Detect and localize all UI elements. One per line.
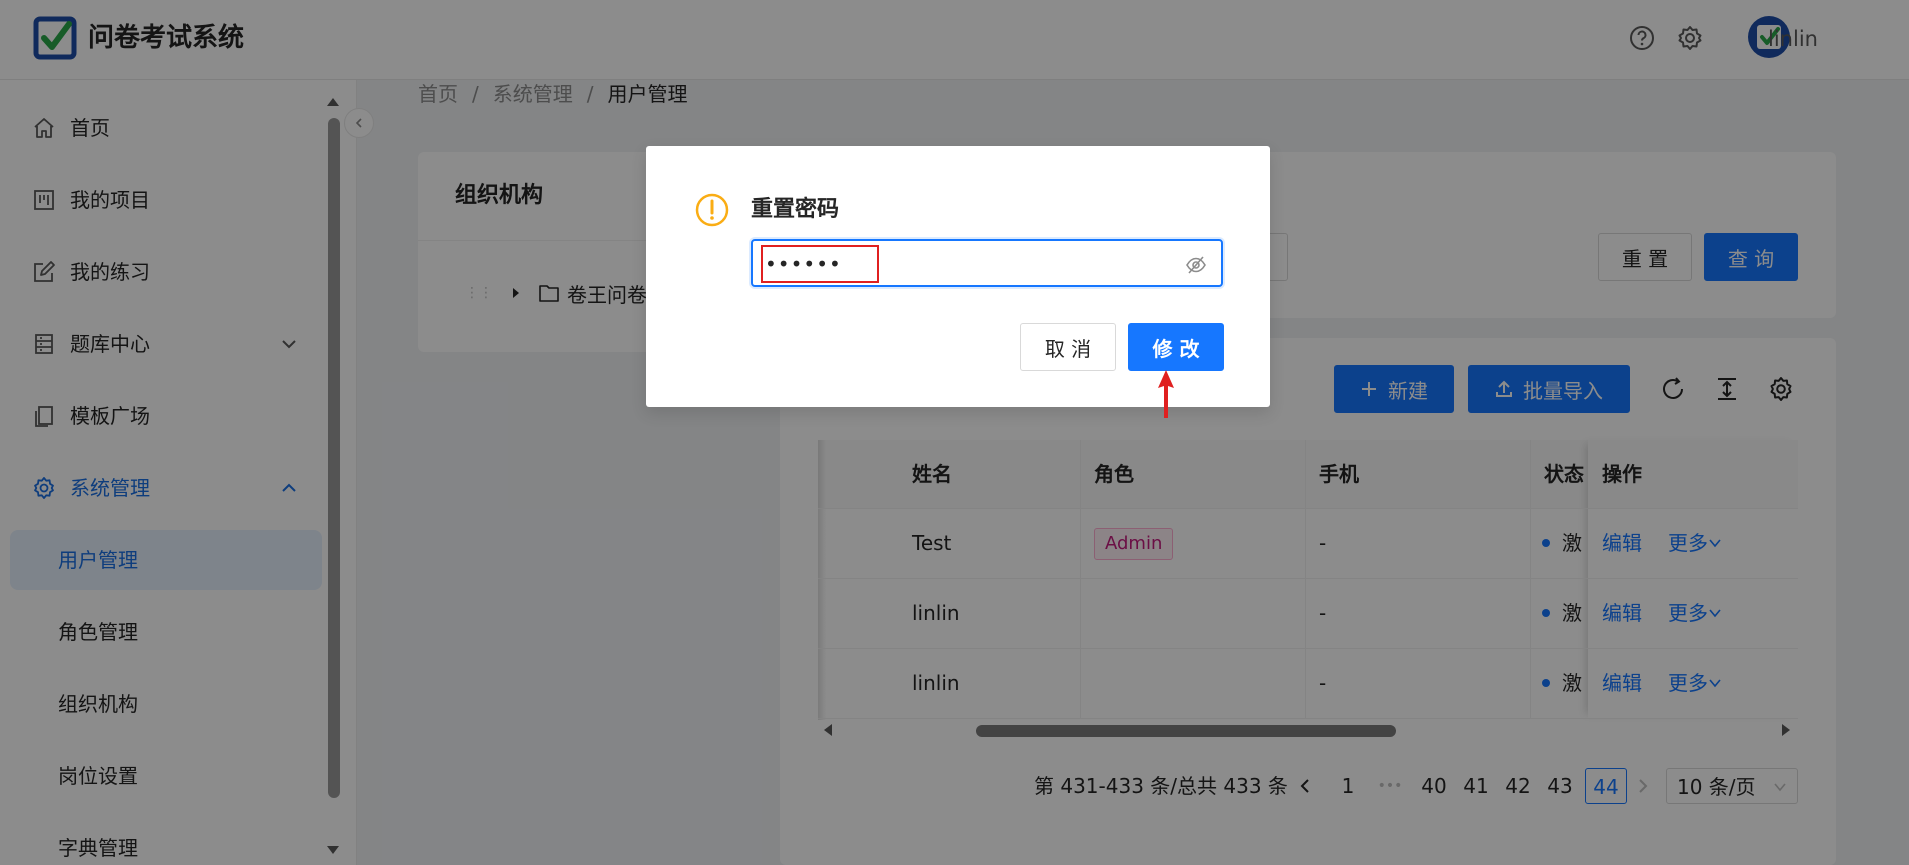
modal-title: 重置密码 bbox=[751, 197, 840, 222]
annotation-highlight-box bbox=[761, 245, 879, 283]
confirm-modify-button[interactable]: 修 改 bbox=[1128, 323, 1224, 371]
eye-invisible-icon[interactable] bbox=[1185, 254, 1207, 276]
cancel-button[interactable]: 取 消 bbox=[1020, 323, 1116, 371]
password-input[interactable]: •••••• bbox=[751, 239, 1223, 287]
annotation-arrow-icon bbox=[1156, 370, 1176, 418]
reset-password-modal: 重置密码 •••••• 取 消 修 改 bbox=[646, 146, 1270, 418]
warning-icon bbox=[694, 192, 730, 228]
modal-mask[interactable] bbox=[0, 0, 1909, 865]
